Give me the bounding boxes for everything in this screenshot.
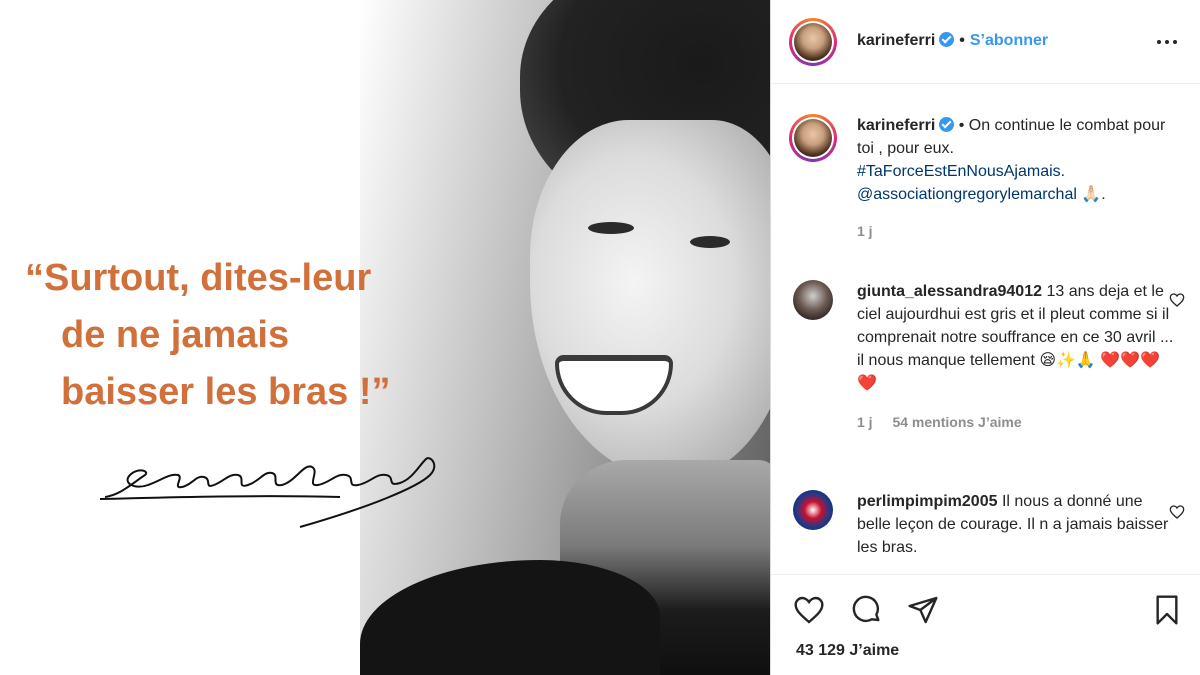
quote-text: “Surtout, dites-leur de ne jamais baisse… bbox=[25, 250, 465, 421]
portrait-eye bbox=[690, 236, 730, 248]
caption-text: karineferri • On continue le combat pour… bbox=[857, 114, 1177, 243]
comment-username[interactable]: giunta_alessandra94012 bbox=[857, 283, 1042, 300]
caption-time[interactable]: 1 j bbox=[857, 220, 1177, 243]
caption-trail: 🙏🏻. bbox=[1076, 186, 1106, 203]
verified-icon bbox=[939, 32, 955, 47]
avatar[interactable] bbox=[793, 490, 833, 530]
signature bbox=[100, 457, 436, 528]
post-actions: 43 129 J’aime bbox=[771, 574, 1200, 675]
post-image[interactable]: “Surtout, dites-leur de ne jamais baisse… bbox=[0, 0, 770, 675]
mention-link[interactable]: @associationgregorylemarchal bbox=[857, 186, 1077, 203]
comment-heart-icon[interactable] bbox=[1169, 292, 1185, 308]
likes-count[interactable]: 43 129 J’aime bbox=[796, 642, 899, 660]
follow-button[interactable]: S’abonner bbox=[970, 32, 1048, 49]
quote-line: de ne jamais bbox=[61, 314, 290, 356]
comment-time[interactable]: 1 j bbox=[857, 414, 873, 430]
quote-line: “Surtout, dites-leur bbox=[25, 257, 372, 299]
heart-icon[interactable] bbox=[793, 594, 825, 626]
avatar[interactable] bbox=[789, 114, 837, 162]
more-horizontal-icon[interactable] bbox=[1157, 32, 1181, 52]
comment-text: perlimpimpim2005 Il nous a donné une bel… bbox=[857, 490, 1177, 559]
comment-username[interactable]: perlimpimpim2005 bbox=[857, 493, 998, 510]
comment-likes[interactable]: 54 mentions J’aime bbox=[892, 414, 1021, 430]
comment-heart-icon[interactable] bbox=[1169, 504, 1185, 520]
avatar[interactable] bbox=[789, 18, 837, 66]
caption-username[interactable]: karineferri bbox=[857, 117, 935, 134]
comment-icon[interactable] bbox=[851, 594, 883, 626]
portrait-eye bbox=[588, 222, 634, 234]
comment-meta: 1 j 54 mentions J’aime bbox=[857, 411, 1177, 434]
verified-icon bbox=[939, 117, 955, 132]
header-username[interactable]: karineferri bbox=[857, 32, 935, 49]
header-separator: • bbox=[959, 32, 965, 49]
comments-list[interactable]: karineferri • On continue le combat pour… bbox=[771, 84, 1200, 574]
header-user: karineferri • S’abonner bbox=[857, 32, 1048, 50]
comment-text: giunta_alessandra94012 13 ans deja et le… bbox=[857, 280, 1177, 434]
post-header: karineferri • S’abonner bbox=[771, 0, 1200, 84]
share-icon[interactable] bbox=[907, 594, 939, 626]
avatar[interactable] bbox=[793, 280, 833, 320]
hashtag-link[interactable]: #TaForceEstEnNousAjamais. bbox=[857, 163, 1065, 180]
quote-line: baisser les bras !” bbox=[61, 371, 391, 413]
bookmark-icon[interactable] bbox=[1151, 594, 1183, 626]
post-sidebar: karineferri • S’abonner karineferri • On c… bbox=[770, 0, 1200, 675]
